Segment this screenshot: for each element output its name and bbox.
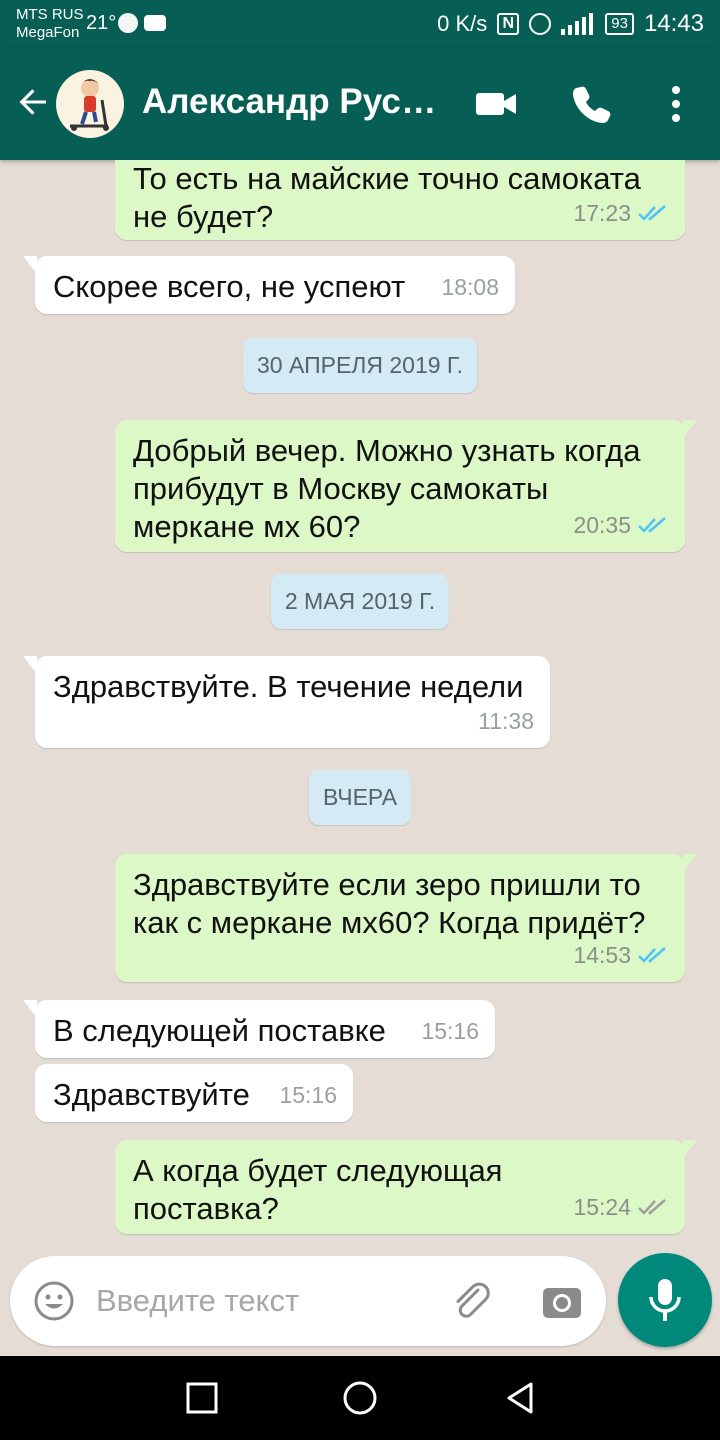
youtube-icon bbox=[144, 15, 166, 31]
video-call-icon[interactable] bbox=[472, 80, 520, 128]
read-ticks-icon bbox=[638, 947, 666, 963]
status-bar: MTS RUS MegaFon 21° 0 K/s N 93 14:43 bbox=[0, 0, 720, 48]
message-composer bbox=[10, 1256, 606, 1346]
message-incoming[interactable]: В следующей поставке 15:16 bbox=[23, 1000, 495, 1058]
clock: 14:43 bbox=[643, 10, 704, 37]
chat-header: Александр Руса... bbox=[0, 48, 720, 160]
system-navigation-bar bbox=[0, 1356, 720, 1440]
carrier-2: MegaFon bbox=[16, 24, 80, 41]
message-text: Здравствуйте bbox=[53, 1077, 250, 1112]
date-separator: ВЧЕРА bbox=[308, 770, 412, 825]
read-ticks-icon bbox=[638, 517, 666, 533]
message-incoming[interactable]: Здравствуйте. В течение недели 11:38 bbox=[23, 656, 550, 748]
message-time: 15:24 bbox=[573, 1194, 631, 1220]
temperature: 21° bbox=[86, 12, 117, 34]
message-text: То есть на майские точно самоката не буд… bbox=[133, 161, 641, 234]
chat-area[interactable]: То есть на майские точно самоката не буд… bbox=[0, 160, 720, 1256]
delivered-ticks-icon bbox=[638, 1199, 666, 1215]
alarm-icon bbox=[529, 13, 552, 35]
carrier-1: MTS RUS bbox=[16, 6, 84, 23]
message-time: 11:38 bbox=[478, 708, 534, 734]
read-ticks-icon bbox=[638, 205, 666, 221]
network-speed: 0 K/s bbox=[437, 11, 488, 36]
microphone-icon bbox=[649, 1279, 681, 1321]
date-separator: 30 АПРЕЛЯ 2019 Г. bbox=[243, 338, 477, 393]
message-time: 15:16 bbox=[279, 1082, 337, 1108]
back-nav-icon[interactable] bbox=[500, 1378, 540, 1418]
notification-icon bbox=[118, 13, 138, 33]
more-vert-icon[interactable] bbox=[652, 80, 700, 128]
message-time: 17:23 bbox=[573, 200, 631, 226]
camera-icon[interactable] bbox=[540, 1280, 584, 1324]
voice-message-button[interactable] bbox=[618, 1253, 712, 1347]
avatar[interactable] bbox=[56, 70, 124, 138]
attach-icon[interactable] bbox=[448, 1278, 496, 1326]
recents-icon[interactable] bbox=[182, 1378, 222, 1418]
message-outgoing[interactable]: То есть на майские точно самоката не буд… bbox=[115, 160, 685, 240]
message-time: 15:16 bbox=[421, 1018, 479, 1044]
date-separator: 2 МАЯ 2019 Г. bbox=[270, 574, 450, 629]
message-text: В следующей поставке bbox=[53, 1013, 386, 1048]
nfc-icon: N bbox=[497, 13, 520, 35]
message-time: 20:35 bbox=[573, 512, 631, 538]
message-text: Здравствуйте если зеро пришли то как с м… bbox=[133, 867, 646, 940]
carrier-info: MTS RUS MegaFon bbox=[16, 6, 84, 42]
emoji-icon[interactable] bbox=[32, 1279, 76, 1323]
contact-name[interactable]: Александр Руса... bbox=[142, 82, 442, 122]
message-text: Здравствуйте. В течение недели bbox=[53, 669, 524, 704]
message-text: Добрый вечер. Можно узнать когда прибуду… bbox=[133, 433, 641, 544]
back-arrow-icon[interactable] bbox=[14, 82, 54, 122]
message-text: А когда будет следующая поставка? bbox=[133, 1153, 503, 1226]
message-time: 18:08 bbox=[441, 274, 499, 300]
message-text: Скорее всего, не успеют bbox=[53, 269, 406, 304]
message-outgoing[interactable]: Здравствуйте если зеро пришли то как с м… bbox=[115, 854, 697, 982]
message-incoming[interactable]: Здравствуйте 15:16 bbox=[35, 1064, 353, 1122]
home-icon[interactable] bbox=[340, 1378, 380, 1418]
battery-icon: 93 bbox=[605, 13, 634, 35]
message-outgoing[interactable]: Добрый вечер. Можно узнать когда прибуду… bbox=[115, 420, 697, 552]
phone-icon[interactable] bbox=[568, 80, 616, 128]
message-incoming[interactable]: Скорее всего, не успеют 18:08 bbox=[23, 256, 515, 314]
signal-icon bbox=[561, 13, 595, 35]
message-time: 14:53 bbox=[573, 942, 631, 968]
message-outgoing[interactable]: А когда будет следующая поставка? 15:24 bbox=[115, 1140, 697, 1234]
message-input[interactable] bbox=[96, 1278, 426, 1324]
